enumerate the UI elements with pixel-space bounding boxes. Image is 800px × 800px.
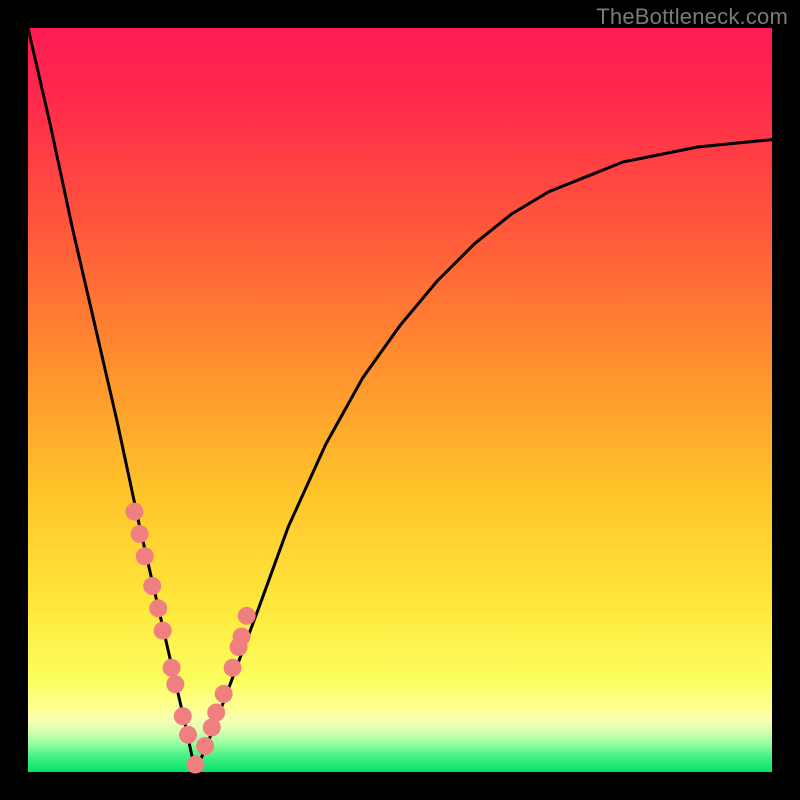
- watermark-text: TheBottleneck.com: [596, 4, 788, 30]
- chart-frame: [28, 28, 772, 772]
- marker-dot: [149, 599, 167, 617]
- marker-dot: [143, 577, 161, 595]
- marker-dot: [179, 726, 197, 744]
- marker-dot: [174, 707, 192, 725]
- marker-dot: [163, 659, 181, 677]
- marker-dot: [233, 628, 251, 646]
- marker-dot: [154, 622, 172, 640]
- marker-dot: [196, 737, 214, 755]
- marker-dot: [238, 607, 256, 625]
- marker-dot: [166, 675, 184, 693]
- marker-dot: [186, 756, 204, 774]
- marker-dot: [215, 685, 233, 703]
- curve-layer: [28, 28, 772, 772]
- marker-dot: [224, 659, 242, 677]
- marker-dot: [207, 704, 225, 722]
- marker-dot: [131, 525, 149, 543]
- bottleneck-curve: [28, 28, 772, 772]
- marker-dot: [125, 503, 143, 521]
- marker-dot: [136, 547, 154, 565]
